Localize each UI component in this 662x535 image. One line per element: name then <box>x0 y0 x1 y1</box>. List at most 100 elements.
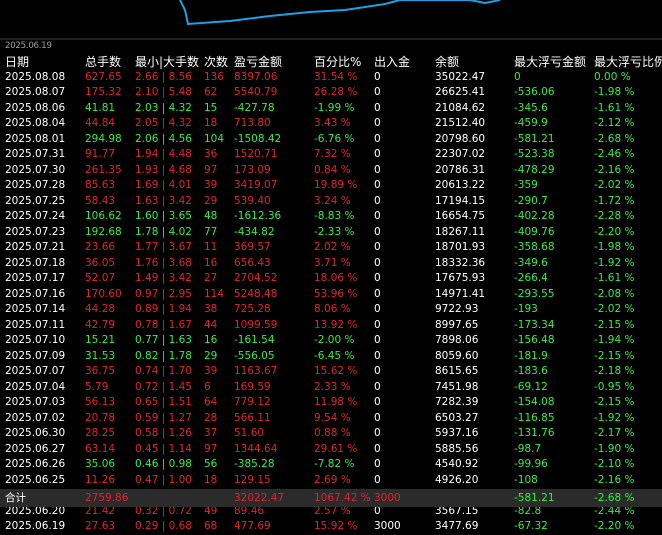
total-label: 合计 <box>5 492 26 504</box>
cell-max-float-loss: -98.7 <box>514 442 542 455</box>
cell-max-float-loss: -359 <box>514 179 538 191</box>
cell-count: 6 <box>204 380 211 393</box>
cell-max-float-loss-pct: -2.16 % <box>594 163 635 176</box>
cell-max-float-loss: -293.55 <box>514 287 555 300</box>
cell-max-float-loss: -266.4 <box>514 272 548 284</box>
header-pnl: 盈亏金额 <box>234 55 283 69</box>
header-balance: 余额 <box>435 55 460 69</box>
cell-pct: 2.69 % <box>314 473 351 486</box>
cell-max-float-loss: -402.28 <box>514 210 555 222</box>
cell-lots: 36.05 <box>85 256 116 269</box>
cell-minmax: 1.78 | 4.02 <box>135 225 192 238</box>
cell-balance: 18701.93 <box>435 241 486 253</box>
cell-flow: 0 <box>374 396 381 408</box>
cell-count: 18 <box>204 473 218 486</box>
cell-date: 2025.08.01 <box>5 132 66 145</box>
cell-count: 38 <box>204 303 218 315</box>
cell-pct: 2.33 % <box>314 380 351 393</box>
cell-pnl: 1520.71 <box>234 148 278 160</box>
cell-date: 2025.08.04 <box>5 117 66 129</box>
cell-max-float-loss: -156.48 <box>514 334 555 346</box>
table-row: 2025.07.11 42.79 0.78 | 1.67 44 1099.59 13.92… <box>0 318 662 334</box>
table-header: 日期 总手数 最小|大手数 次数 盈亏金额 百分比% 出入金 余额 最大浮亏金额… <box>0 54 662 70</box>
cell-lots: 15.21 <box>85 334 116 346</box>
cell-date: 2025.07.16 <box>5 287 66 300</box>
header-max-float-loss-pct: 最大浮亏比例 <box>594 55 662 69</box>
cell-count: 77 <box>204 225 218 238</box>
table-row: 2025.08.07 175.32 2.10 | 5.48 62 5540.79 26.2… <box>0 85 662 101</box>
cell-count: 104 <box>204 132 225 145</box>
cell-pnl: 566.11 <box>234 411 271 424</box>
cell-max-float-loss: -181.9 <box>514 349 548 362</box>
cell-lots: 42.79 <box>85 318 116 331</box>
cell-balance: 20613.22 <box>435 179 486 191</box>
table-row: 2025.07.07 36.75 0.74 | 1.70 39 1163.67 15.62… <box>0 364 662 380</box>
cell-flow: 0 <box>374 163 381 176</box>
cell-pnl: 539.40 <box>234 194 271 207</box>
cell-max-float-loss-pct: -2.16 % <box>594 473 635 486</box>
cell-pct: -6.45 % <box>314 349 355 362</box>
cell-date: 2025.07.23 <box>5 225 66 238</box>
cell-flow: 0 <box>374 303 381 315</box>
cell-date: 2025.07.02 <box>5 411 66 424</box>
cell-flow: 0 <box>374 241 381 253</box>
cell-pct: 7.32 % <box>314 148 351 160</box>
cell-lots: 175.32 <box>85 86 122 98</box>
table-row: 2025.08.04 44.84 2.05 | 4.32 18 713.80 3.43 %… <box>0 116 662 132</box>
cell-flow: 0 <box>374 132 381 145</box>
cell-minmax: 0.47 | 1.00 <box>135 473 192 486</box>
cell-max-float-loss: -67.32 <box>514 520 548 532</box>
cell-max-float-loss: -154.08 <box>514 396 555 408</box>
cell-pnl: 8397.06 <box>234 70 278 83</box>
cell-lots: 27.63 <box>85 520 116 532</box>
cell-pnl: 656.43 <box>234 256 271 269</box>
header-lots: 总手数 <box>85 55 122 69</box>
total-row: 合计 2759.86 32022.47 1067.42 % 3000 -581.… <box>0 489 662 507</box>
cell-pnl: 1099.59 <box>234 318 278 331</box>
cell-balance: 3477.69 <box>435 520 479 532</box>
cell-count: 68 <box>204 520 218 532</box>
cell-flow: 0 <box>374 117 381 129</box>
cell-count: 136 <box>204 70 225 83</box>
cell-pct: 13.92 % <box>314 318 358 331</box>
cell-date: 2025.07.14 <box>5 303 66 315</box>
table-row: 2025.08.01 294.98 2.06 | 4.56 104 -1508.42 -6… <box>0 132 662 148</box>
cell-count: 64 <box>204 396 218 408</box>
cell-balance: 14971.41 <box>435 287 486 300</box>
cell-count: 29 <box>204 349 218 362</box>
cell-date: 2025.07.28 <box>5 179 66 191</box>
cell-max-float-loss: -349.6 <box>514 256 548 269</box>
cell-minmax: 0.65 | 1.51 <box>135 396 192 408</box>
cell-lots: 28.25 <box>85 427 116 439</box>
cell-minmax: 0.72 | 1.45 <box>135 380 192 393</box>
cell-count: 114 <box>204 287 225 300</box>
cell-max-float-loss: -69.12 <box>514 380 548 393</box>
cell-pct: 15.92 % <box>314 520 358 532</box>
cell-flow: 0 <box>374 272 381 284</box>
cell-lots: 20.78 <box>85 411 116 424</box>
cell-max-float-loss-pct: -1.94 % <box>594 334 635 346</box>
table-row: 2025.08.08 627.65 2.66 | 8.56 136 8397.06 31.… <box>0 70 662 86</box>
cell-pct: 3.43 % <box>314 117 351 129</box>
cell-flow: 0 <box>374 194 381 207</box>
cell-balance: 18332.36 <box>435 256 486 269</box>
cell-minmax: 0.82 | 1.78 <box>135 349 192 362</box>
cell-max-float-loss: -536.06 <box>514 86 555 98</box>
cell-max-float-loss: -116.85 <box>514 411 555 424</box>
cell-pct: 15.62 % <box>314 365 358 377</box>
cell-balance: 20798.60 <box>435 132 486 145</box>
cell-pnl: -1612.36 <box>234 210 282 222</box>
cell-max-float-loss-pct: -2.12 % <box>594 117 635 129</box>
table-row: 2025.07.02 20.78 0.59 | 1.27 28 566.11 9.54 %… <box>0 411 662 427</box>
cell-lots: 31.53 <box>85 349 116 362</box>
cell-pnl: -1508.42 <box>234 132 282 145</box>
cell-lots: 41.81 <box>85 101 116 114</box>
cell-balance: 21512.40 <box>435 117 486 129</box>
table-row: 2025.07.14 44.28 0.89 | 1.94 38 725.28 8.06 %… <box>0 302 662 318</box>
cell-flow: 0 <box>374 458 381 470</box>
cell-flow: 0 <box>374 411 381 424</box>
cell-pnl: -161.54 <box>234 334 275 346</box>
table-row: 2025.07.16 170.60 0.97 | 2.95 114 5248.48 53.… <box>0 287 662 303</box>
cell-date: 2025.07.18 <box>5 256 66 269</box>
header-pct: 百分比% <box>314 55 362 69</box>
